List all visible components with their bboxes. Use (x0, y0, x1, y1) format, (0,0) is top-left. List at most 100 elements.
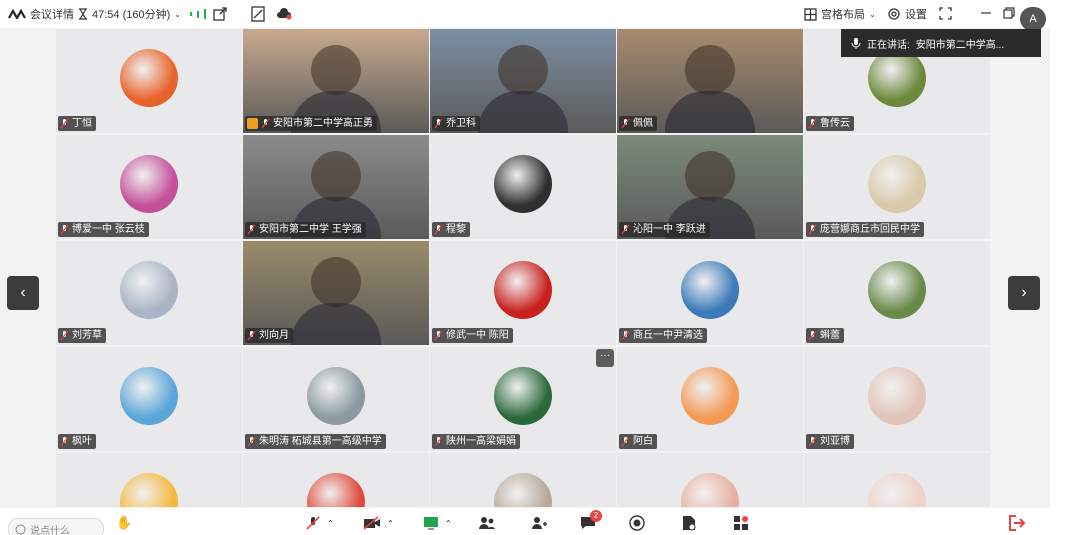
participants-button[interactable] (478, 514, 496, 532)
timer-text: 47:54 (160分钟) (92, 9, 171, 21)
participant-tile[interactable]: 博爱一中 张云枝 (56, 135, 242, 239)
participant-tile[interactable] (56, 453, 242, 507)
participant-tile[interactable]: 陕州一高梁娟娟 ··· (430, 347, 616, 451)
avatar (494, 473, 552, 507)
participant-tile[interactable]: 刘亚博 (804, 347, 990, 451)
window-edge (1050, 0, 1080, 535)
participant-tile[interactable]: 乔卫科 (430, 29, 616, 133)
settings-button[interactable]: 设置 (887, 0, 927, 28)
chat-button[interactable]: 2 (580, 510, 602, 532)
leave-meeting-button[interactable] (1008, 514, 1026, 532)
accessibility-icon[interactable]: A (1020, 7, 1046, 31)
participant-tile[interactable]: 庞营娜商丘市回民中学 (804, 135, 990, 239)
participant-tile[interactable]: 修武一中 陈阳 (430, 241, 616, 345)
record-icon[interactable] (251, 6, 265, 22)
participant-tile[interactable]: 沁阳一中 李跃进 (617, 135, 803, 239)
video-button[interactable]: ⌃ (363, 514, 394, 532)
participant-tile[interactable]: 阿白 (617, 347, 803, 451)
speaking-name: 安阳市第二中学高... (915, 39, 1005, 51)
mic-muted-icon (247, 436, 256, 447)
avatar (120, 473, 178, 507)
avatar (868, 367, 926, 425)
mute-button[interactable]: ⌃ (305, 514, 334, 532)
participant-tile[interactable] (243, 453, 429, 507)
mic-muted-icon (434, 436, 443, 447)
chevron-up-icon: ⌃ (327, 518, 334, 528)
mic-muted-icon (60, 436, 69, 447)
participant-name: 刘亚博 (820, 436, 850, 447)
participant-name-tag: 刘芳草 (58, 328, 106, 343)
apps-button[interactable] (733, 514, 749, 532)
raise-hand-button[interactable]: ✋ (116, 514, 132, 532)
participant-tile[interactable]: 丁恒 (56, 29, 242, 133)
meeting-details-button[interactable]: 会议详情 (8, 0, 74, 28)
avatar (120, 367, 178, 425)
participant-name: 安阳市第二中学 王学强 (259, 224, 362, 235)
bottom-toolbar: 说点什么 ✋ ⌃ ⌃ ⌃ 2 (0, 508, 1050, 535)
chevron-right-icon: › (1021, 284, 1027, 301)
record-button[interactable] (629, 514, 645, 532)
apps-icon (734, 516, 748, 530)
participant-tile[interactable]: 朱明涛 柘城县第一高级中学 (243, 347, 429, 451)
participant-tile[interactable]: 枫叶 (56, 347, 242, 451)
person-silhouette (311, 151, 361, 201)
participant-name: 庞营娜商丘市回民中学 (820, 224, 920, 235)
participant-tile[interactable]: 刘芳草 (56, 241, 242, 345)
participant-tile[interactable]: 商丘一中尹清选 (617, 241, 803, 345)
add-user-icon (532, 517, 547, 529)
minimize-icon[interactable] (980, 7, 992, 19)
cloud-icon[interactable] (276, 7, 292, 20)
next-page-button[interactable]: › (1008, 276, 1040, 310)
document-icon (683, 516, 696, 531)
participant-name-tag: 丁恒 (58, 116, 96, 131)
participant-name-tag: 修武一中 陈阳 (432, 328, 513, 343)
participant-tile[interactable]: 刘向月 (243, 241, 429, 345)
person-silhouette (311, 257, 361, 307)
avatar (307, 367, 365, 425)
chat-input[interactable]: 说点什么 (8, 518, 104, 535)
person-silhouette (498, 45, 548, 95)
share-button[interactable]: ⌃ (423, 514, 452, 532)
person-silhouette (685, 45, 735, 95)
person-silhouette (311, 45, 361, 95)
chat-badge: 2 (590, 510, 602, 522)
participant-name: 乔卫科 (446, 118, 476, 129)
person-silhouette (478, 91, 568, 133)
fullscreen-icon[interactable] (939, 7, 952, 20)
grid-layout-button[interactable]: 宫格布局 ⌄ (804, 0, 876, 28)
prev-page-button[interactable]: ‹ (7, 276, 39, 310)
share-screen-icon[interactable] (213, 7, 227, 21)
documents-button[interactable] (681, 514, 697, 532)
participant-name-tag: 商丘一中尹清选 (619, 328, 707, 343)
avatar (120, 261, 178, 319)
chat-placeholder: 说点什么 (30, 525, 70, 535)
participant-tile[interactable]: 安阳市第二中学高正勇 (243, 29, 429, 133)
avatar (120, 155, 178, 213)
participant-tile[interactable] (430, 453, 616, 507)
mic-muted-icon (808, 118, 817, 129)
mic-muted-icon (60, 224, 69, 235)
participant-tile[interactable] (804, 453, 990, 507)
participant-tile[interactable]: 程黎 (430, 135, 616, 239)
participant-grid: 丁恒 安阳市第二中学高正勇 乔卫科 佩佩 鲁传云 博爱一中 张云枝 安阳市第二中学 王学强 程… (56, 29, 992, 507)
app-logo-icon (8, 9, 26, 19)
more-options-icon[interactable]: ··· (596, 349, 614, 367)
avatar (868, 261, 926, 319)
participant-tile[interactable] (617, 453, 803, 507)
participant-tile[interactable]: 佩佩 (617, 29, 803, 133)
participant-name-tag: 陕州一高梁娟娟 (432, 434, 520, 449)
mic-muted-icon (261, 118, 270, 129)
invite-button[interactable] (530, 514, 548, 532)
participant-name-tag: 沁阳一中 李跃进 (619, 222, 710, 237)
person-silhouette (685, 151, 735, 201)
participant-name-tag: 庞营娜商丘市回民中学 (806, 222, 924, 237)
participant-name-tag: 枫叶 (58, 434, 96, 449)
participant-tile[interactable]: 蝌蕾 (804, 241, 990, 345)
participant-name: 刘芳草 (72, 330, 102, 341)
participant-tile[interactable]: 安阳市第二中学 王学强 (243, 135, 429, 239)
avatar (681, 261, 739, 319)
avatar (868, 155, 926, 213)
restore-icon[interactable] (1003, 7, 1015, 19)
signal-icon (190, 0, 207, 28)
timer-dropdown[interactable]: 47:54 (160分钟) ⌄ (78, 0, 181, 28)
